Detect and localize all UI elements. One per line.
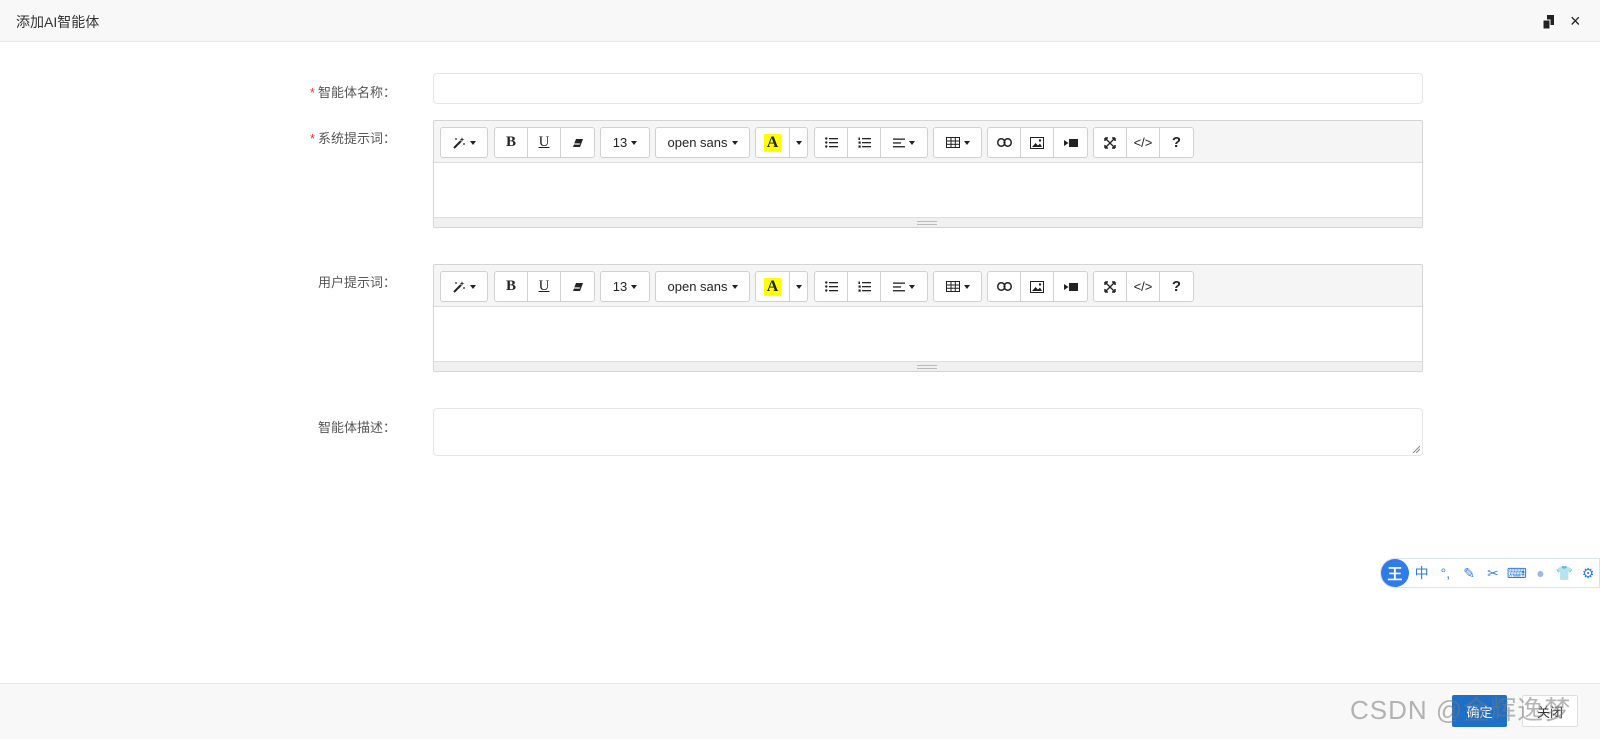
system-prompt-editor: B U 13 open sans A </> ? <box>433 120 1423 228</box>
link-icon[interactable] <box>988 272 1021 301</box>
table-icon[interactable] <box>934 272 981 301</box>
ime-punctuation-toggle[interactable]: °, <box>1435 562 1457 584</box>
system-prompt-label: * 系统提示词： <box>310 128 396 147</box>
code-view-icon[interactable]: </> <box>1127 272 1160 301</box>
ordered-list-icon[interactable] <box>848 128 881 157</box>
pen-icon[interactable]: ✎ <box>1458 562 1480 584</box>
align-icon[interactable] <box>881 128 927 157</box>
user-prompt-content[interactable] <box>434 307 1422 362</box>
help-icon[interactable]: ? <box>1160 272 1193 301</box>
system-prompt-content[interactable] <box>434 163 1422 218</box>
editor-resize-handle[interactable] <box>434 217 1422 227</box>
underline-icon[interactable]: U <box>528 128 561 157</box>
font-family-value: open sans <box>667 135 728 150</box>
bold-icon[interactable]: B <box>495 272 528 301</box>
magic-icon[interactable] <box>441 272 487 301</box>
required-mark: * <box>309 85 315 100</box>
font-family-dropdown[interactable]: open sans <box>656 128 749 157</box>
ime-mode-toggle[interactable]: 中 <box>1411 562 1433 584</box>
font-size-dropdown[interactable]: 13 <box>601 128 649 157</box>
editor-toolbar: B U 13 open sans A </> ? <box>434 121 1422 163</box>
highlight-dropdown-icon[interactable] <box>790 128 807 157</box>
dialog-title: 添加AI智能体 <box>16 14 100 30</box>
eraser-icon[interactable] <box>561 272 594 301</box>
ime-logo[interactable]: 王 <box>1381 559 1409 587</box>
keyboard-icon[interactable]: ⌨ <box>1506 562 1528 584</box>
name-label: * 智能体名称： <box>310 82 396 101</box>
editor-resize-handle[interactable] <box>434 361 1422 371</box>
description-textarea[interactable] <box>433 408 1423 456</box>
highlight-color-icon[interactable]: A <box>756 272 790 301</box>
fullscreen-icon[interactable] <box>1094 272 1127 301</box>
required-mark: * <box>309 131 315 146</box>
video-icon[interactable] <box>1054 128 1087 157</box>
description-label: 智能体描述： <box>317 420 396 435</box>
picture-icon[interactable] <box>1021 128 1054 157</box>
highlight-dropdown-icon[interactable] <box>790 272 807 301</box>
user-prompt-editor: B U 13 open sans A </> ? <box>433 264 1423 372</box>
watermark: CSDN @金辉逸梦 <box>1350 695 1572 725</box>
bold-icon[interactable]: B <box>495 128 528 157</box>
code-view-icon[interactable]: </> <box>1127 128 1160 157</box>
name-label-text: 智能体名称： <box>317 85 396 100</box>
font-size-dropdown[interactable]: 13 <box>601 272 649 301</box>
scissors-icon[interactable]: ✂ <box>1482 562 1504 584</box>
user-prompt-label: 用户提示词： <box>317 275 396 290</box>
fullscreen-icon[interactable] <box>1094 128 1127 157</box>
ime-toolbar: 王 中 °, ✎ ✂ ⌨ ● 👕 ⚙ <box>1380 558 1600 588</box>
help-icon[interactable]: ? <box>1160 128 1193 157</box>
font-family-dropdown[interactable]: open sans <box>656 272 749 301</box>
gear-icon[interactable]: ⚙ <box>1577 562 1599 584</box>
eraser-icon[interactable] <box>561 128 594 157</box>
picture-icon[interactable] <box>1021 272 1054 301</box>
dialog-titlebar: 添加AI智能体 × <box>0 0 1600 42</box>
video-icon[interactable] <box>1054 272 1087 301</box>
editor-toolbar: B U 13 open sans A </> ? <box>434 265 1422 307</box>
font-family-value: open sans <box>667 279 728 294</box>
font-size-value: 13 <box>612 135 628 150</box>
textarea-resize-icon[interactable] <box>1412 445 1420 453</box>
maximize-icon[interactable] <box>1541 13 1559 31</box>
align-icon[interactable] <box>881 272 927 301</box>
system-prompt-label-text: 系统提示词： <box>317 131 396 146</box>
highlight-color-icon[interactable]: A <box>756 128 790 157</box>
close-icon[interactable]: × <box>1570 11 1581 31</box>
font-size-value: 13 <box>612 279 628 294</box>
user-icon[interactable]: ● <box>1530 562 1552 584</box>
unordered-list-icon[interactable] <box>815 272 848 301</box>
underline-icon[interactable]: U <box>528 272 561 301</box>
agent-name-input[interactable] <box>433 73 1423 104</box>
magic-icon[interactable] <box>441 128 487 157</box>
ordered-list-icon[interactable] <box>848 272 881 301</box>
table-icon[interactable] <box>934 128 981 157</box>
unordered-list-icon[interactable] <box>815 128 848 157</box>
link-icon[interactable] <box>988 128 1021 157</box>
skin-shirt-icon[interactable]: 👕 <box>1553 562 1575 584</box>
